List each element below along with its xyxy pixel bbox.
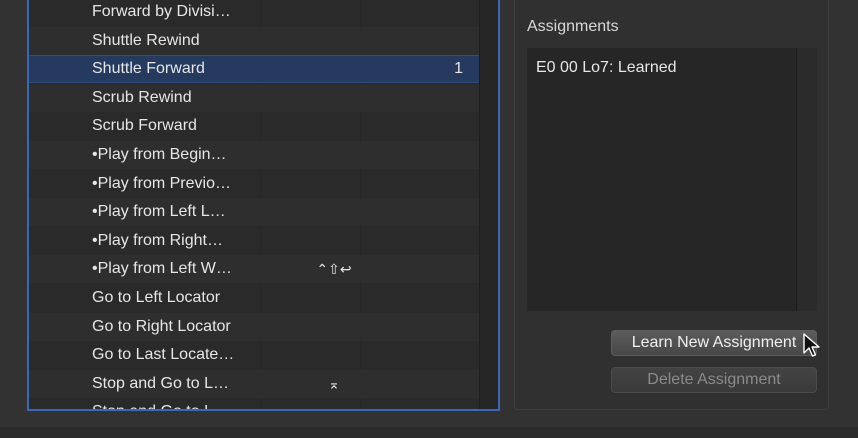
command-row[interactable]: Scrub Forward	[29, 112, 480, 140]
assignment-item[interactable]: E0 00 Lo7: Learned	[536, 59, 677, 77]
command-row[interactable]: Go to Right Locator	[29, 313, 480, 341]
assignments-title: Assignments	[527, 18, 619, 35]
command-row[interactable]: Forward by Divisi…	[29, 0, 480, 26]
list-scrollbar[interactable]	[479, 0, 498, 409]
command-label: Forward by Divisi…	[92, 3, 231, 20]
command-rows: Forward by Divisi… Shuttle Rewind Shuttle …	[29, 0, 480, 409]
delete-assignment-button[interactable]: Delete Assignment	[611, 367, 817, 393]
command-label: Go to Left Locator	[92, 289, 221, 306]
command-label: Shuttle Forward	[92, 60, 205, 77]
learn-new-assignment-button[interactable]: Learn New Assignment	[611, 330, 817, 356]
command-row[interactable]: Shuttle Forward 1	[29, 55, 480, 83]
window-bottom-edge	[0, 427, 858, 438]
command-row[interactable]: •Play from Left L…	[29, 198, 480, 226]
command-label: •Play from Previo…	[92, 175, 231, 192]
command-label: •Play from Begin…	[92, 146, 227, 163]
command-row[interactable]: •Play from Begin…	[29, 141, 480, 169]
command-label: Stop and Go to L…	[92, 398, 229, 409]
command-row[interactable]: Go to Last Locate…	[29, 341, 480, 369]
command-row[interactable]: •Play from Left W… ⌃⇧↩	[29, 255, 480, 283]
command-label: Go to Right Locator	[92, 318, 231, 335]
command-row[interactable]: Shuttle Rewind	[29, 27, 480, 55]
assignment-count: 1	[454, 60, 463, 77]
command-label: Shuttle Rewind	[92, 32, 200, 49]
command-label: Stop and Go to L…	[92, 375, 229, 392]
command-row[interactable]: Go to Left Locator	[29, 284, 480, 312]
command-label: Go to Last Locate…	[92, 346, 235, 363]
assignments-scrollbar[interactable]	[796, 48, 817, 311]
command-label: •Play from Right…	[92, 232, 223, 249]
command-row[interactable]: •Play from Right…	[29, 227, 480, 255]
command-label: Scrub Rewind	[92, 89, 192, 106]
key-shortcut: ⌅	[328, 376, 340, 392]
command-label: Scrub Forward	[92, 117, 197, 134]
assignments-list[interactable]: E0 00 Lo7: Learned	[527, 48, 817, 311]
command-label: •Play from Left L…	[92, 203, 226, 220]
key-shortcut: ⌃⇧↩	[316, 261, 352, 277]
command-label: •Play from Left W…	[92, 260, 232, 277]
command-row[interactable]: •Play from Previo…	[29, 170, 480, 198]
mouse-pointer-icon	[803, 333, 820, 357]
key-commands-list[interactable]: Forward by Divisi… Shuttle Rewind Shuttle …	[27, 0, 500, 411]
command-row[interactable]: Stop and Go to L…	[29, 398, 480, 409]
command-row[interactable]: Scrub Rewind	[29, 84, 480, 112]
command-row[interactable]: Stop and Go to L… ⌅	[29, 370, 480, 398]
